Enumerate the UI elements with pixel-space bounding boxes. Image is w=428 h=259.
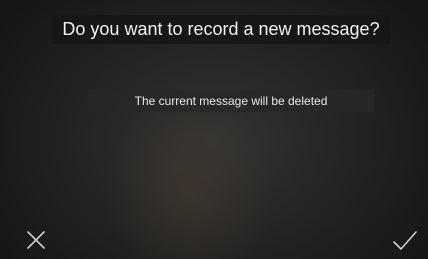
dialog-warning-text: The current message will be deleted: [88, 90, 374, 112]
dialog-title: Do you want to record a new message?: [52, 15, 390, 44]
confirm-button[interactable]: [386, 222, 422, 258]
close-icon: [27, 231, 45, 249]
cancel-button[interactable]: [18, 222, 54, 258]
checkmark-icon: [393, 231, 417, 250]
record-confirm-screen: Do you want to record a new message? The…: [0, 0, 428, 259]
